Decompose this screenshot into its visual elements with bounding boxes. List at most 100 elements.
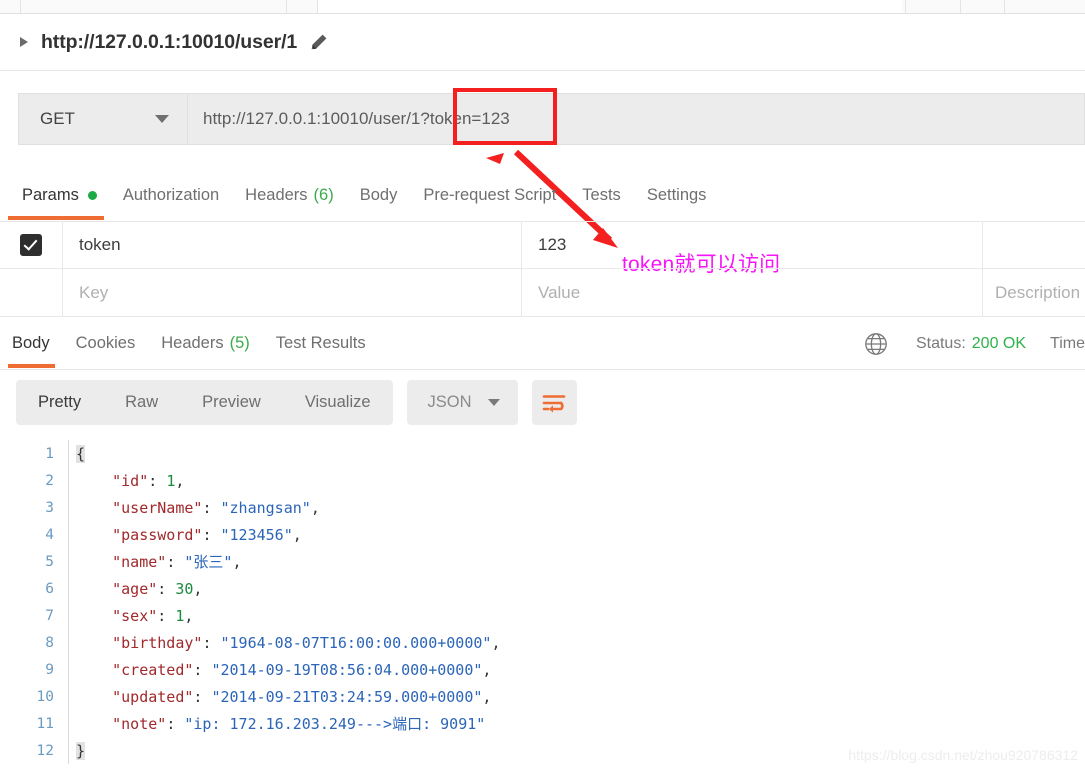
- json-line-number: 6: [45, 580, 54, 597]
- format-preview-button[interactable]: Preview: [180, 380, 283, 425]
- json-key: "sex": [112, 606, 158, 625]
- response-tab-test-results-label: Test Results: [275, 334, 366, 352]
- language-select[interactable]: JSON: [406, 380, 518, 425]
- json-line-number: 11: [36, 715, 54, 732]
- language-label: JSON: [427, 393, 472, 411]
- tab-authorization-label: Authorization: [122, 185, 220, 204]
- json-comma: ,: [292, 525, 302, 544]
- globe-icon[interactable]: [864, 332, 888, 356]
- json-line-content: "updated": "2014-09-21T03:24:59.000+0000…: [69, 688, 491, 706]
- json-line-content: {: [69, 444, 86, 463]
- json-value: "2014-09-19T08:56:04.000+0000": [211, 660, 483, 679]
- json-line: 8 "birthday": "1964-08-07T16:00:00.000+0…: [0, 629, 1085, 656]
- tab-settings[interactable]: Settings: [634, 170, 720, 220]
- json-value: "zhangsan": [220, 498, 311, 517]
- page-title: http://127.0.0.1:10010/user/1: [41, 30, 298, 53]
- tab-strip-cell[interactable]: [905, 0, 962, 13]
- response-tab-headers-label: Headers: [161, 334, 224, 352]
- table-row-placeholder[interactable]: Key Value Description: [0, 269, 1085, 317]
- response-body-json-viewer[interactable]: 1{2 "id": 1, 3 "userName": "zhangsan", 4 "…: [0, 440, 1085, 769]
- param-key-input[interactable]: Key: [63, 269, 522, 316]
- param-enabled-cell-empty[interactable]: [0, 269, 63, 316]
- format-raw-button[interactable]: Raw: [103, 380, 180, 425]
- response-tab-test-results[interactable]: Test Results: [263, 319, 379, 368]
- response-tab-cookies[interactable]: Cookies: [63, 319, 149, 368]
- tab-strip: [0, 0, 1085, 14]
- param-description-cell[interactable]: [983, 221, 1085, 268]
- triangle-right-icon[interactable]: [20, 37, 28, 47]
- tab-strip-cell[interactable]: [960, 0, 1006, 13]
- json-value: "ip: 172.16.203.249--->端口: 9091": [184, 715, 486, 733]
- format-button-group: Pretty Raw Preview Visualize: [16, 380, 393, 425]
- format-pretty-button[interactable]: Pretty: [16, 380, 103, 425]
- json-brace: }: [76, 741, 86, 760]
- param-description-placeholder: Description: [995, 282, 1081, 302]
- response-tab-body[interactable]: Body: [0, 319, 63, 368]
- tab-strip-cell[interactable]: [20, 0, 287, 13]
- param-enabled-cell[interactable]: [0, 221, 63, 268]
- chevron-down-icon: [487, 399, 500, 406]
- json-line: 7 "sex": 1,: [0, 602, 1085, 629]
- json-comma: ,: [232, 553, 242, 571]
- param-value-cell[interactable]: 123: [522, 221, 983, 268]
- json-line: 1{: [0, 440, 1085, 467]
- tab-params-label: Params: [22, 185, 79, 204]
- json-line-number: 3: [45, 499, 54, 516]
- json-line-content: "password": "123456",: [69, 526, 302, 544]
- url-input[interactable]: http://127.0.0.1:10010/user/1?token=123: [188, 93, 1085, 145]
- json-colon: :: [166, 553, 185, 571]
- tab-params[interactable]: Params: [0, 170, 110, 220]
- json-colon: :: [157, 579, 176, 598]
- chevron-down-icon: [155, 115, 169, 123]
- checkbox-checked-icon[interactable]: [20, 233, 42, 256]
- word-wrap-button[interactable]: [531, 380, 577, 425]
- json-line-number: 7: [45, 607, 54, 624]
- format-visualize-button[interactable]: Visualize: [283, 380, 393, 425]
- tab-tests[interactable]: Tests: [569, 170, 634, 220]
- json-line-number: 10: [36, 688, 54, 705]
- tab-headers[interactable]: Headers (6): [232, 170, 347, 220]
- http-method-select[interactable]: GET: [18, 93, 188, 145]
- json-comma: ,: [491, 633, 501, 652]
- tab-body[interactable]: Body: [347, 170, 411, 220]
- tab-strip-cell[interactable]: [1004, 0, 1085, 13]
- json-line: 3 "userName": "zhangsan",: [0, 494, 1085, 521]
- json-colon: :: [148, 471, 167, 490]
- pencil-icon[interactable]: [310, 33, 328, 51]
- param-key-placeholder: Key: [79, 282, 109, 302]
- json-line: 4 "password": "123456",: [0, 521, 1085, 548]
- params-table: token 123 Key Value Description: [0, 221, 1085, 317]
- json-key: "created": [112, 660, 194, 679]
- param-key-cell[interactable]: token: [63, 221, 522, 268]
- url-bar: GET http://127.0.0.1:10010/user/1?token=…: [18, 93, 1085, 145]
- status-label: Status:: [915, 334, 966, 352]
- tab-pre-request-script-label: Pre-request Script: [423, 185, 557, 204]
- param-value-input[interactable]: Value: [522, 269, 983, 316]
- json-comma: ,: [482, 660, 492, 679]
- json-line-number: 12: [36, 742, 54, 759]
- json-key: "birthday": [112, 633, 203, 652]
- tab-pre-request-script[interactable]: Pre-request Script: [410, 170, 569, 220]
- response-tab-headers[interactable]: Headers (5): [148, 319, 263, 368]
- json-line-content: "note": "ip: 172.16.203.249--->端口: 9091": [69, 713, 485, 734]
- json-line-content: "name": "张三",: [69, 551, 241, 572]
- json-key: "note": [112, 715, 167, 733]
- json-line: 10 "updated": "2014-09-21T03:24:59.000+0…: [0, 683, 1085, 710]
- json-key: "password": [112, 525, 203, 544]
- params-modified-dot-icon: [87, 190, 97, 200]
- tab-authorization[interactable]: Authorization: [110, 170, 232, 220]
- json-colon: :: [202, 525, 221, 544]
- json-colon: :: [193, 660, 212, 679]
- json-line-content: "sex": 1,: [69, 607, 193, 625]
- table-row[interactable]: token 123: [0, 221, 1085, 269]
- tab-strip-cell-active[interactable]: [317, 0, 616, 13]
- json-brace: {: [76, 444, 86, 463]
- json-line: 9 "created": "2014-09-19T08:56:04.000+00…: [0, 656, 1085, 683]
- json-value: "123456": [220, 525, 293, 544]
- param-description-input[interactable]: Description: [983, 269, 1085, 316]
- json-line-content: "age": 30,: [69, 580, 202, 598]
- json-comma: ,: [175, 471, 185, 490]
- json-line: 5 "name": "张三",: [0, 548, 1085, 575]
- json-key: "userName": [112, 498, 203, 517]
- json-value: 30: [175, 579, 194, 598]
